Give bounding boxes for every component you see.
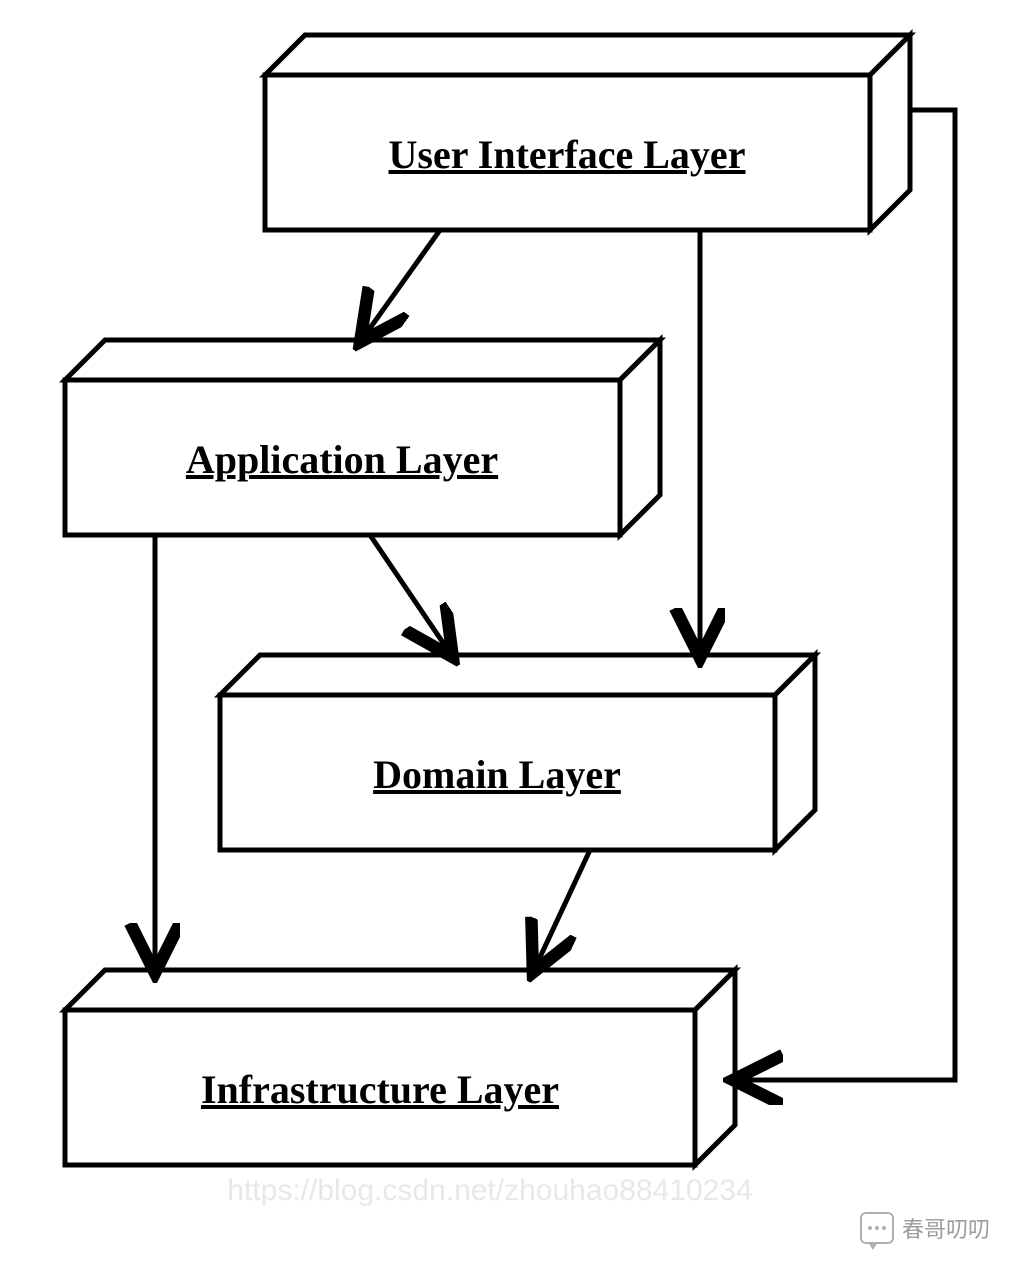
arrow-app-to-domain xyxy=(370,535,450,653)
arrow-ui-to-infra xyxy=(738,110,955,1080)
box-infrastructure-layer: Infrastructure Layer xyxy=(65,970,735,1165)
architecture-diagram: User Interface Layer Application Layer D… xyxy=(0,0,1014,1262)
signature: 春哥叨叨 xyxy=(860,1212,990,1244)
arrow-ui-to-app xyxy=(363,230,440,338)
chat-bubble-icon xyxy=(860,1212,894,1244)
signature-text: 春哥叨叨 xyxy=(902,1212,990,1244)
label-application-layer: Application Layer xyxy=(186,437,498,482)
label-infrastructure-layer: Infrastructure Layer xyxy=(201,1067,559,1112)
label-user-interface-layer: User Interface Layer xyxy=(389,132,746,177)
label-domain-layer: Domain Layer xyxy=(373,752,621,797)
box-user-interface-layer: User Interface Layer xyxy=(265,35,910,230)
watermark-text: https://blog.csdn.net/zhouhao88410234 xyxy=(227,1174,752,1207)
arrow-domain-to-infra xyxy=(535,850,590,968)
box-domain-layer: Domain Layer xyxy=(220,655,815,850)
box-application-layer: Application Layer xyxy=(65,340,660,535)
